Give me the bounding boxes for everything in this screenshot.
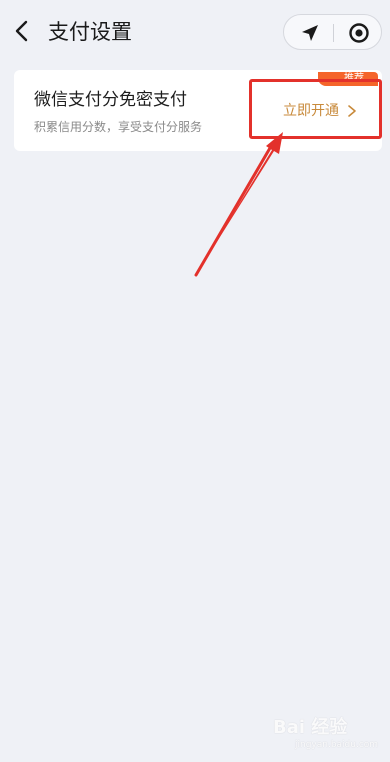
capsule-divider xyxy=(333,24,334,42)
annotation-highlight-box xyxy=(249,79,382,139)
chevron-left-icon[interactable] xyxy=(10,18,36,44)
payment-settings-page: 支付设置 微信支付分免密支付 积累信用分数，享受支付分服务 推荐 立即开通 Ba… xyxy=(0,0,390,762)
mini-program-capsule xyxy=(283,14,382,50)
page-title: 支付设置 xyxy=(48,20,132,44)
navigation-arrow-icon[interactable] xyxy=(300,23,320,43)
card-title: 微信支付分免密支付 xyxy=(34,90,187,110)
record-icon[interactable] xyxy=(348,22,370,44)
watermark-url: jingyan.baidu.com xyxy=(295,740,379,750)
card-subtitle: 积累信用分数，享受支付分服务 xyxy=(34,120,203,134)
watermark: Bai 经验 jingyan.baidu.com xyxy=(265,715,385,755)
top-bar: 支付设置 xyxy=(0,0,390,62)
watermark-brand: Bai 经验 xyxy=(273,717,348,738)
